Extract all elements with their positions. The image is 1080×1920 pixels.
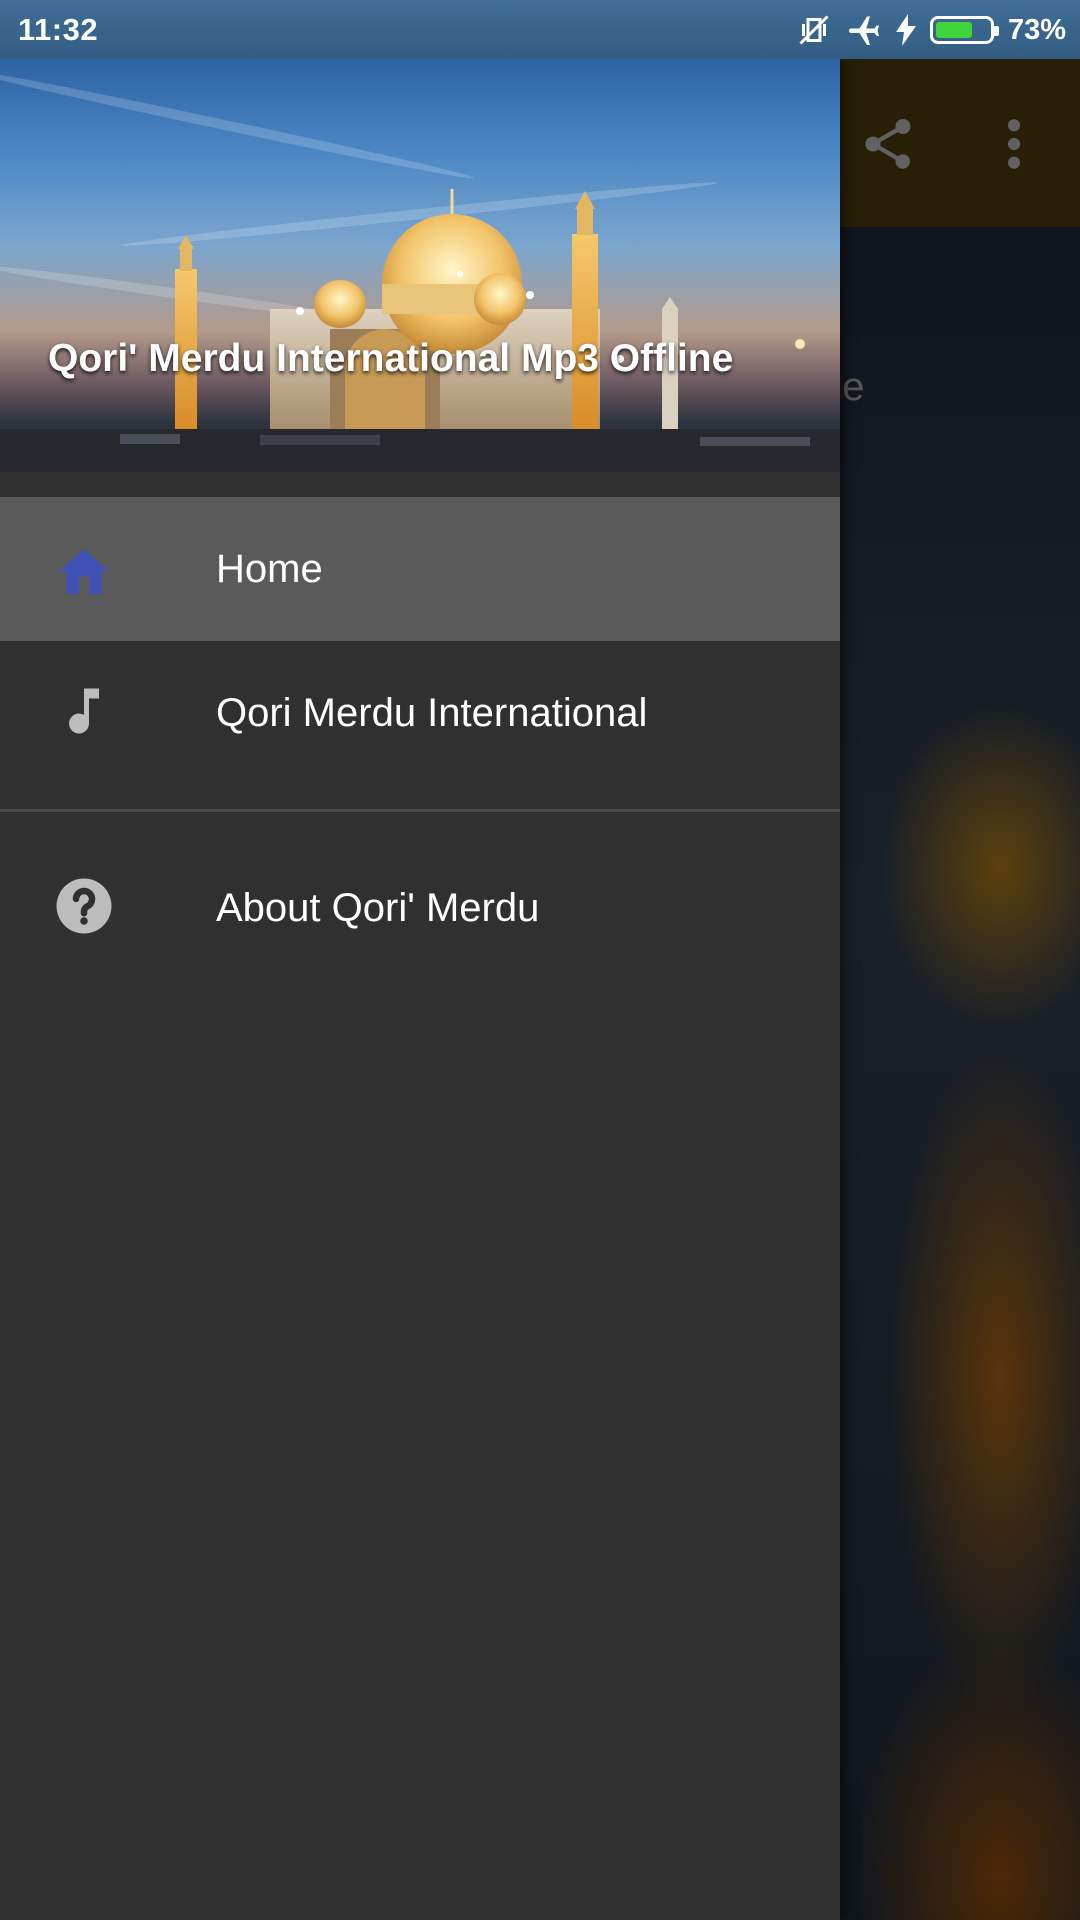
battery-icon — [929, 16, 999, 44]
airplane-icon — [848, 16, 879, 45]
status-time: 11:32 — [18, 12, 99, 47]
mosque-header-image — [0, 189, 840, 472]
nav-label-qori-merdu-international: Qori Merdu International — [216, 691, 648, 735]
battery-percent: 73% — [1007, 13, 1066, 46]
nav-item-home[interactable]: Home — [0, 497, 840, 641]
drawer-header: Qori' Merdu International Mp3 Offline — [0, 59, 840, 472]
charging-bolt-icon — [895, 14, 916, 46]
drawer-header-title: Qori' Merdu International Mp3 Offline — [48, 337, 734, 380]
drawer-divider — [0, 809, 840, 812]
vibrate-off-icon — [799, 15, 829, 45]
music-note-icon — [69, 688, 99, 734]
nav-label-about: About Qori' Merdu — [216, 886, 540, 930]
nav-item-qori-merdu-international[interactable]: Qori Merdu International — [0, 641, 840, 785]
navigation-drawer: Qori' Merdu International Mp3 Offline Ho… — [0, 59, 840, 1920]
battery-fill — [935, 22, 973, 38]
status-bar: 11:32 73% — [0, 0, 1080, 59]
home-icon — [59, 549, 109, 594]
nav-item-about[interactable]: About Qori' Merdu — [0, 836, 840, 980]
help-circle-icon — [56, 878, 112, 934]
nav-label-home: Home — [216, 547, 323, 591]
status-icons: 73% — [796, 10, 1066, 50]
